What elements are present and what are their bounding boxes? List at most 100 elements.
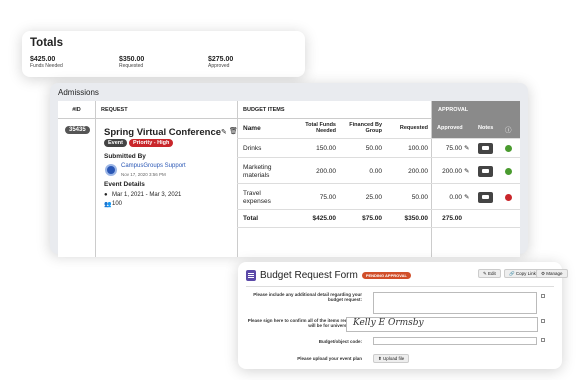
comment-icon[interactable] (541, 294, 545, 298)
edit-button-label: Edit (488, 271, 496, 276)
request-id-badge: 35435 (65, 126, 90, 134)
calendar-icon: ● (104, 192, 108, 198)
manage-label: Manage (546, 271, 563, 276)
budget-code-label: Budget/object code: (318, 339, 362, 344)
funds-needed-value: $425.00 (30, 56, 56, 63)
total-financed: $75.00 (362, 215, 382, 222)
approved-value: $275.00 (208, 56, 234, 63)
manage-button[interactable]: ⚙ Manage (536, 269, 568, 278)
edit-button[interactable]: ✎ Edit (478, 269, 501, 278)
budget-code-input[interactable] (373, 337, 537, 345)
pencil-icon[interactable]: ✎ (464, 193, 469, 201)
note-button[interactable] (478, 166, 493, 177)
divider (95, 101, 96, 257)
status-dot (505, 194, 512, 201)
upload-label: Upload file (383, 356, 405, 361)
upload-file-button[interactable]: ⬆ Upload file (373, 354, 410, 363)
divider (431, 101, 432, 257)
item-total: 150.00 (316, 145, 336, 152)
item-approved[interactable]: 75.00 (434, 145, 462, 152)
approved-label: Approved (208, 63, 230, 69)
item-requested: 200.00 (408, 168, 428, 175)
admissions-card: Admissions #ID REQUEST BUDGET ITEMS APPR… (50, 83, 528, 257)
item-financed: 25.00 (365, 194, 382, 201)
status-dot (505, 145, 512, 152)
priority-tag: Priority - High (129, 139, 174, 147)
edit-icon[interactable]: ✎ (221, 128, 227, 136)
request-title[interactable]: Spring Virtual Conference (104, 127, 221, 138)
item-total: 200.00 (316, 168, 336, 175)
requested-col-header: Requested (399, 125, 428, 131)
form-document-icon (246, 269, 256, 281)
total-requested: $350.00 Requested (119, 56, 208, 69)
budget-request-form-card: Budget Request Form PENDING APPROVAL ✎ E… (238, 262, 568, 369)
totals-title: Totals (30, 37, 64, 49)
item-requested: 100.00 (408, 145, 428, 152)
signature-field-label: Please sign here to confirm all of the i… (247, 318, 362, 328)
submitted-by-label: Submitted By (104, 153, 146, 160)
avatar (105, 164, 117, 176)
status-dot (505, 168, 512, 175)
form-divider (246, 286, 554, 287)
row-divider (237, 157, 520, 158)
row-divider (237, 209, 520, 210)
submitted-date: Nov 17, 2020 3:56 PM (121, 172, 166, 177)
total-funds-col-header: Total Funds Needed (305, 122, 336, 134)
budget-table: #ID REQUEST BUDGET ITEMS APPROVAL 35435 … (58, 101, 520, 257)
event-tag: Event (104, 139, 127, 147)
id-header: #ID (58, 101, 95, 119)
item-approved[interactable]: 0.00 (434, 194, 462, 201)
pencil-icon[interactable]: ✎ (464, 167, 469, 175)
admissions-title: Admissions (58, 88, 99, 97)
people-icon: 👥 (104, 202, 112, 208)
total-label: Total (243, 215, 259, 222)
total-funds: $425.00 (312, 215, 337, 222)
note-button[interactable] (478, 143, 493, 154)
financed-col-header: Financed By Group (349, 122, 382, 134)
item-name: Travel expenses (243, 190, 271, 205)
comment-icon[interactable] (541, 338, 545, 342)
event-details-label: Event Details (104, 181, 145, 188)
note-button[interactable] (478, 192, 493, 203)
upload-field-label: Please upload your event plan (297, 356, 362, 361)
comment-icon[interactable] (541, 319, 545, 323)
item-requested: 50.00 (411, 194, 428, 201)
row-divider (237, 183, 520, 184)
detail-textarea[interactable] (373, 292, 537, 314)
info-icon: ⓘ (505, 127, 512, 134)
notes-col-header: Notes (478, 125, 494, 131)
row-divider (237, 227, 520, 228)
item-financed: 50.00 (365, 145, 382, 152)
form-title: Budget Request Form (260, 269, 358, 281)
pencil-icon[interactable]: ✎ (464, 144, 469, 152)
total-approved: $275.00 Approved (208, 56, 297, 69)
attendee-count: 100 (112, 201, 123, 207)
approval-header: APPROVAL (432, 101, 520, 119)
item-financed: 0.00 (369, 168, 382, 175)
request-header: REQUEST (95, 101, 237, 119)
total-approved: 275.00 (442, 215, 462, 222)
requested-label: Requested (119, 63, 144, 69)
funds-needed-label: Funds Needed (30, 63, 63, 69)
name-col-header: Name (243, 125, 261, 132)
budget-items-header: BUDGET ITEMS (237, 101, 432, 119)
totals-card: Totals $425.00 Funds Needed $350.00 Requ… (22, 31, 305, 77)
requested-value: $350.00 (119, 56, 145, 63)
trash-icon[interactable]: 🗑 (229, 127, 238, 135)
signature-field[interactable]: Kelly E Ormsby (346, 317, 538, 332)
total-funds-needed: $425.00 Funds Needed (30, 56, 119, 69)
submitter-link[interactable]: CampusGroups Support (121, 163, 186, 169)
row-divider (237, 138, 520, 139)
link-icon: 🔗 (509, 270, 516, 276)
item-name: Marketing materials (243, 164, 272, 179)
copy-link-label: Copy Link (515, 271, 536, 276)
item-approved[interactable]: 200.00 (434, 168, 462, 175)
total-requested: $350.00 (404, 215, 429, 222)
approved-col-header: Approved (437, 125, 463, 131)
pending-status-badge: PENDING APPROVAL (361, 271, 411, 279)
item-name: Drinks (243, 145, 262, 152)
event-dates: Mar 1, 2021 - Mar 3, 2021 (112, 192, 182, 198)
divider (237, 101, 238, 257)
item-total: 75.00 (319, 194, 336, 201)
detail-field-label: Please include any additional detail reg… (253, 292, 362, 302)
